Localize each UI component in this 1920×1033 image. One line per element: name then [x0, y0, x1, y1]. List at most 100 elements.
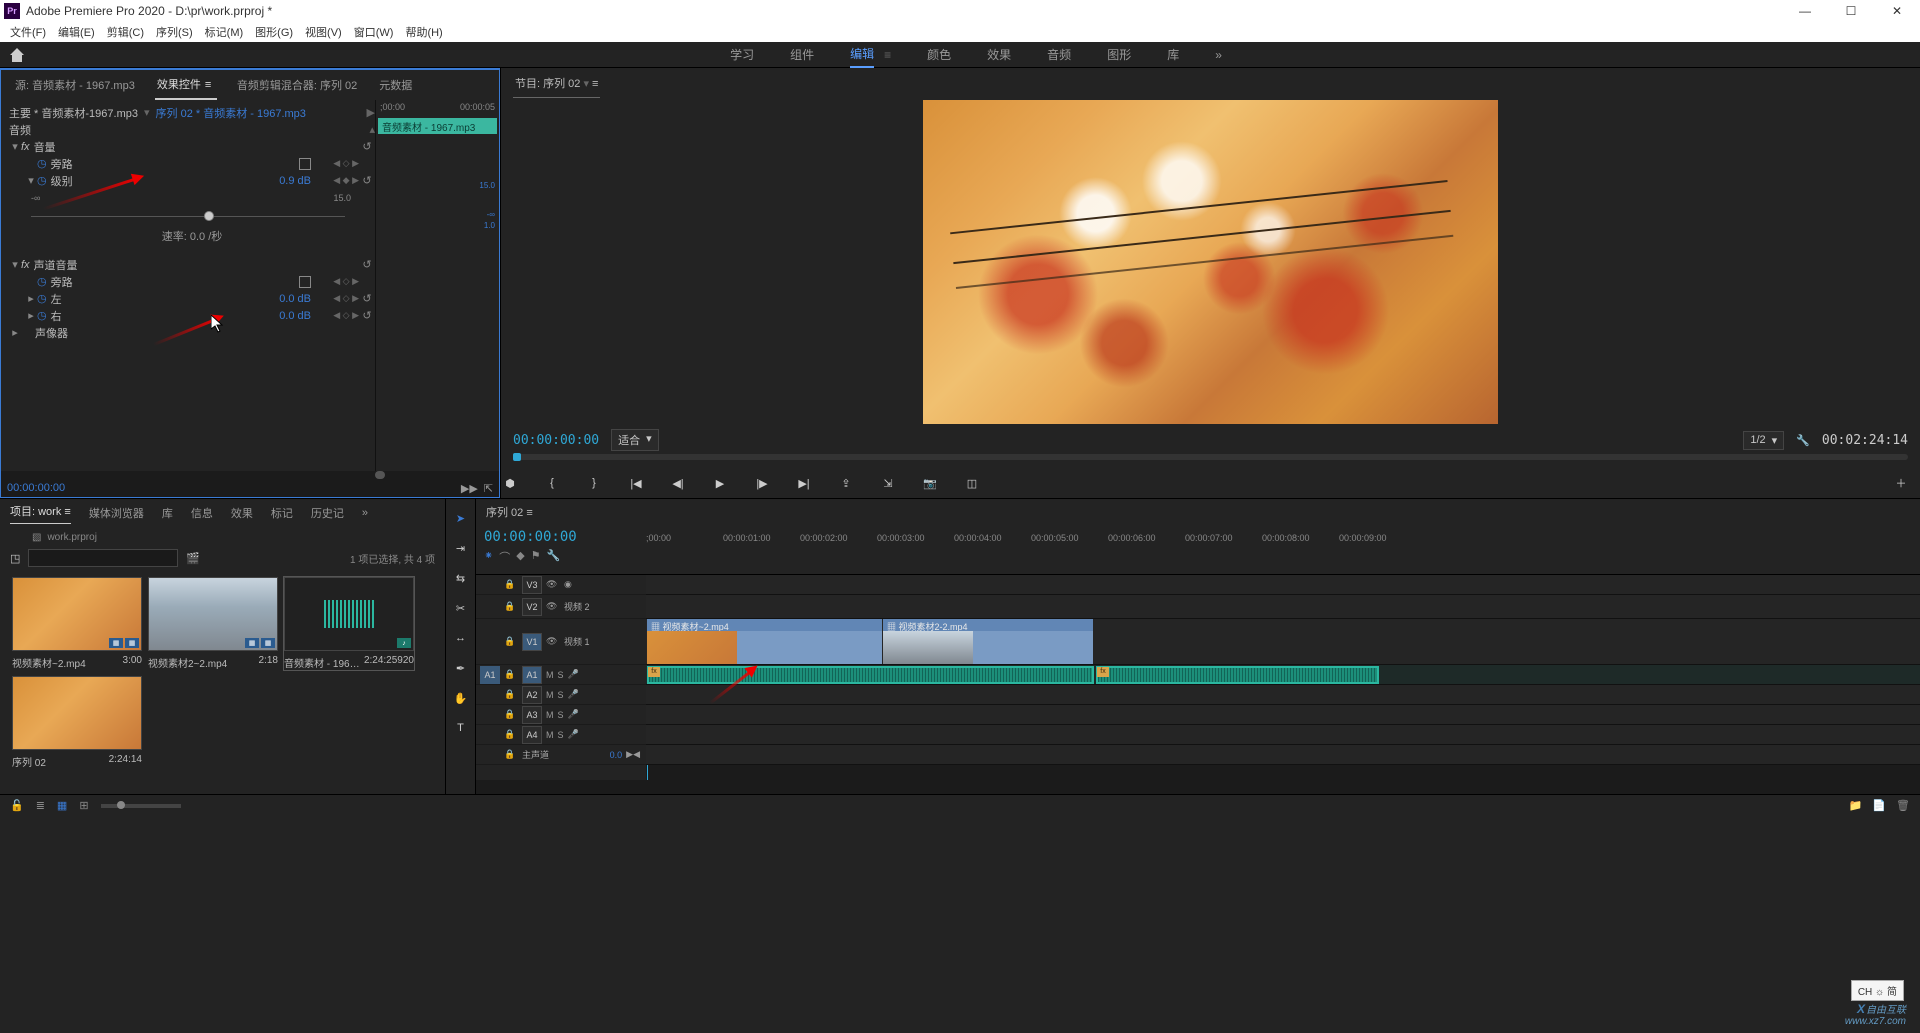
channel-right[interactable]: ▸◷右 0.0 dB ◀ ◇ ▶↺ — [1, 307, 375, 324]
tab-metadata[interactable]: 元数据 — [377, 71, 414, 99]
tab-audio-clip-mixer[interactable]: 音频剪辑混合器: 序列 02 — [235, 71, 359, 99]
home-icon[interactable] — [2, 42, 32, 68]
lift-icon[interactable]: ⇪ — [837, 477, 855, 490]
bin-icon[interactable]: ◳ — [10, 552, 20, 565]
tab-media-browser[interactable]: 媒体浏览器 — [89, 505, 144, 521]
out-icon[interactable]: } — [585, 477, 603, 489]
trash-icon[interactable]: 🗑 — [1896, 799, 1910, 812]
lock-icon[interactable]: 🔓 — [10, 799, 24, 812]
selection-tool-icon[interactable]: ➤ — [452, 509, 470, 527]
tab-info[interactable]: 信息 — [191, 505, 213, 521]
track-a1-head[interactable]: A1🔒A1 MS🎤 — [476, 665, 646, 685]
extract-icon[interactable]: ⇲ — [879, 477, 897, 490]
tab-effects[interactable]: 效果 — [231, 505, 253, 521]
ws-graphics[interactable]: 图形 — [1107, 42, 1131, 67]
tab-sequence[interactable]: 序列 02 ≡ — [486, 504, 533, 520]
volume-level[interactable]: ▾◷级别 0.9 dB ◀ ◆ ▶↺ — [1, 172, 375, 189]
bin-item[interactable]: 序列 022:24:14 — [12, 676, 142, 769]
snap-icon[interactable]: ⁕ — [484, 549, 493, 565]
tab-effect-controls[interactable]: 效果控件≡ — [155, 70, 217, 100]
settings-icon[interactable]: ⚑ — [531, 549, 541, 565]
menu-marker[interactable]: 标记(M) — [199, 24, 250, 40]
fx-channel-volume[interactable]: ▾fx声道音量 ↺ — [1, 256, 375, 273]
sequence-clip-link[interactable]: 序列 02 * 音频素材 - 1967.mp3 — [156, 105, 306, 121]
volume-bypass[interactable]: ◷旁路 ◀ ◇ ▶ — [1, 155, 375, 172]
step-fwd-icon[interactable]: |▶ — [753, 477, 771, 490]
level-value[interactable]: 0.9 dB — [261, 175, 311, 187]
track-master-head[interactable]: 🔒主声道 0.0▶◀ — [476, 745, 646, 765]
clip-video-1[interactable]: ▦ 视频素材~2.mp4 — [647, 619, 882, 664]
marker-icon[interactable]: ⬢ — [501, 477, 519, 490]
ime-indicator[interactable]: CH ☼ 简 — [1851, 980, 1904, 1001]
channel-bypass-checkbox[interactable] — [299, 276, 311, 288]
list-view-icon[interactable]: ≣ — [36, 799, 45, 812]
marker-icon[interactable]: ◆ — [516, 549, 524, 565]
goto-out-icon[interactable]: ▶| — [795, 477, 813, 490]
hand-tool-icon[interactable]: ✋ — [452, 689, 470, 707]
search-input[interactable] — [28, 549, 178, 567]
fx-panner[interactable]: ▸声像器 — [1, 324, 375, 341]
menu-sequence[interactable]: 序列(S) — [150, 24, 199, 40]
program-tc-right[interactable]: 00:02:24:14 — [1822, 433, 1908, 448]
tab-source[interactable]: 源: 音频素材 - 1967.mp3 — [13, 71, 137, 99]
timeline-timecode[interactable]: 00:00:00:00 — [484, 529, 638, 545]
ws-effects[interactable]: 效果 — [987, 42, 1011, 67]
program-monitor[interactable] — [501, 98, 1920, 426]
play-icon[interactable]: ▶ — [711, 477, 729, 490]
fx-volume[interactable]: ▾fx音量 ↺ — [1, 138, 375, 155]
goto-in-icon[interactable]: |◀ — [627, 477, 645, 490]
wrench-icon[interactable]: 🔧 — [547, 549, 561, 565]
track-v3-head[interactable]: 🔒V3👁◉ — [476, 575, 646, 595]
project-bin[interactable]: ▦▦ 视频素材~2.mp43:00 ▦▦ 视频素材2~2.mp42:18 ♪ 音… — [0, 569, 445, 794]
menu-graphics[interactable]: 图形(G) — [249, 24, 299, 40]
minimize-button[interactable]: — — [1782, 0, 1828, 22]
pen-tool-icon[interactable]: ✒ — [452, 659, 470, 677]
track-a2-head[interactable]: 🔒A2 MS🎤 — [476, 685, 646, 705]
menu-file[interactable]: 文件(F) — [4, 24, 52, 40]
new-bin-icon[interactable]: 📁 — [1849, 799, 1863, 812]
in-icon[interactable]: { — [543, 477, 561, 489]
zoom-slider[interactable] — [101, 804, 181, 808]
ws-libraries[interactable]: 库 — [1167, 42, 1179, 67]
bin-item[interactable]: ▦▦ 视频素材2~2.mp42:18 — [148, 577, 278, 670]
program-tc-left[interactable]: 00:00:00:00 — [513, 433, 599, 448]
source-play-icon[interactable]: ▶▶ — [461, 482, 478, 495]
timeline-tracks[interactable]: ▦ 视频素材~2.mp4 ▦ 视频素材2-2.mp4 fx fx — [646, 575, 1920, 780]
linked-sel-icon[interactable]: ⌒ — [499, 549, 510, 565]
source-timecode[interactable]: 00:00:00:00 — [7, 482, 65, 494]
timeline-ruler[interactable]: ;00:0000:00:01:0000:00:02:00 00:00:03:00… — [646, 525, 1920, 574]
tab-history[interactable]: 历史记 — [311, 505, 344, 521]
razor-tool-icon[interactable]: ✂ — [452, 599, 470, 617]
ws-menu-icon[interactable]: ≡ — [884, 44, 891, 66]
level-slider[interactable] — [31, 207, 345, 227]
tab-libraries[interactable]: 库 — [162, 505, 173, 521]
track-a3-head[interactable]: 🔒A3 MS🎤 — [476, 705, 646, 725]
maximize-button[interactable]: ☐ — [1828, 0, 1874, 22]
export-frame-icon[interactable]: 📷 — [921, 477, 939, 490]
clapper-icon[interactable]: 🎬 — [186, 552, 200, 565]
track-v2-head[interactable]: 🔒V2👁视频 2 — [476, 595, 646, 619]
track-v1-head[interactable]: 🔒V1👁视频 1 — [476, 619, 646, 665]
freeform-icon[interactable]: ⊞ — [79, 799, 88, 812]
type-tool-icon[interactable]: T — [452, 719, 470, 737]
bin-item[interactable]: ▦▦ 视频素材~2.mp43:00 — [12, 577, 142, 670]
tab-project[interactable]: 项目: work ≡ — [10, 503, 71, 524]
menu-clip[interactable]: 剪辑(C) — [101, 24, 150, 40]
button-editor-icon[interactable]: ＋ — [1892, 475, 1910, 491]
ws-audio[interactable]: 音频 — [1047, 42, 1071, 67]
bin-item[interactable]: ♪ 音频素材 - 196…2:24:25920 — [284, 577, 414, 670]
icon-view-icon[interactable]: ▦ — [57, 799, 67, 812]
clip-audio-2[interactable]: fx — [1096, 666, 1379, 684]
track-a4-head[interactable]: 🔒A4 MS🎤 — [476, 725, 646, 745]
comparison-icon[interactable]: ◫ — [963, 477, 981, 490]
tab-program[interactable]: 节目: 序列 02 ▾ ≡ — [513, 69, 600, 98]
ws-overflow[interactable]: » — [1215, 44, 1222, 66]
ws-editing[interactable]: 编辑 — [850, 41, 874, 68]
program-zoom-select[interactable]: 1/2▾ — [1743, 431, 1784, 450]
source-export-icon[interactable]: ⇱ — [484, 482, 493, 495]
ripple-tool-icon[interactable]: ⇆ — [452, 569, 470, 587]
slip-tool-icon[interactable]: ↔ — [452, 629, 470, 647]
clip-audio-1[interactable]: fx — [647, 666, 1094, 684]
tab-overflow[interactable]: » — [362, 507, 368, 519]
ws-color[interactable]: 颜色 — [927, 42, 951, 67]
